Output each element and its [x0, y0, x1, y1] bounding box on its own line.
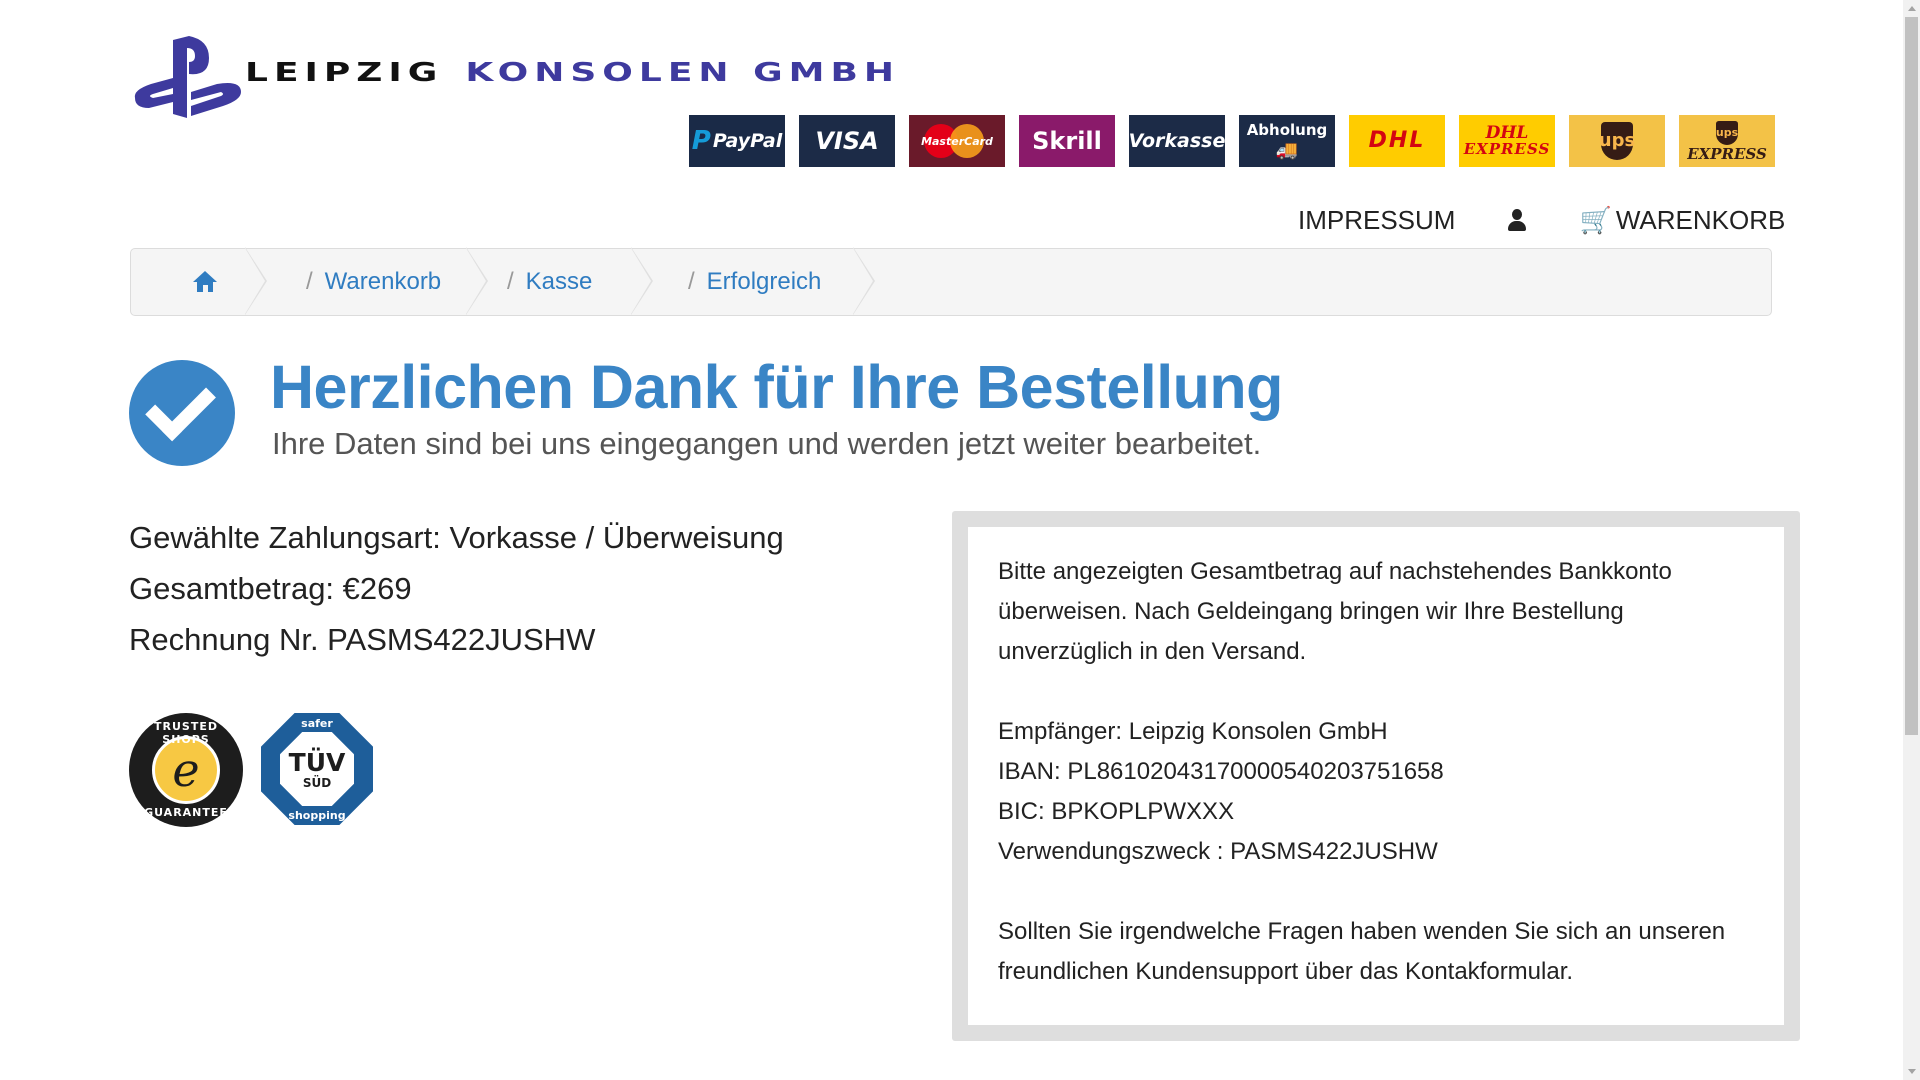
abholung-label: Abholung — [1246, 120, 1328, 139]
site-logo[interactable]: LEIPZIG KONSOLEN GMBH — [133, 34, 894, 124]
dhl-express-sub: EXPRESS — [1463, 140, 1551, 158]
paypal-badge: P PayPal — [689, 115, 785, 167]
dhl-express-badge: DHL EXPRESS — [1459, 115, 1555, 167]
ups-express-sub: EXPRESS — [1687, 144, 1767, 163]
bank-transfer-panel: Bitte angezeigten Gesamtbetrag auf nachs… — [952, 511, 1800, 1041]
mastercard-badge: MasterCard — [909, 115, 1005, 167]
success-check-icon — [129, 360, 235, 466]
bank-intro-line: Bitte angezeigten Gesamtbetrag auf nachs… — [998, 558, 1672, 585]
payment-methods: P PayPal VISA MasterCard Skrill Vorkasse … — [689, 115, 1775, 167]
dhl-label: DHL — [1368, 128, 1426, 153]
tuv-bottom-text: shopping — [288, 809, 346, 822]
ups-express-badge: ups EXPRESS — [1679, 115, 1775, 167]
tuv-main-text: TÜV — [288, 747, 346, 777]
logo-wordmark: LEIPZIG KONSOLEN GMBH — [245, 58, 900, 88]
breadcrumb-separator: / — [306, 268, 313, 295]
visa-label: VISA — [815, 127, 879, 155]
breadcrumb: / Warenkorb / Kasse / Erfolgreich — [130, 247, 1772, 316]
trusted-shops-seal-icon[interactable]: TRUSTED SHOPS e GUARANTEE — [129, 713, 243, 827]
vorkasse-badge: Vorkasse — [1129, 115, 1225, 167]
bank-transfer-content: Bitte angezeigten Gesamtbetrag auf nachs… — [968, 527, 1784, 1025]
breadcrumb-erfolgreich[interactable]: / Erfolgreich — [688, 247, 875, 316]
scroll-down-arrow-icon[interactable] — [1903, 1063, 1920, 1080]
skrill-label: Skrill — [1032, 127, 1102, 155]
ups-shield-icon: ups — [1599, 122, 1635, 160]
tuv-emblem: TÜV SÜD — [280, 732, 354, 806]
nav-cart-label: WARENKORB — [1615, 204, 1786, 235]
user-icon — [1507, 209, 1527, 231]
visa-badge: VISA — [799, 115, 895, 167]
vorkasse-label: Vorkasse — [1128, 129, 1226, 152]
top-navigation: IMPRESSUM 🛒 WARENKORB — [1298, 202, 1785, 238]
order-summary: Gewählte Zahlungsart: Vorkasse / Überwei… — [129, 512, 784, 665]
page-title: Herzlichen Dank für Ihre Bestellung — [270, 353, 1283, 421]
logo-name-part1: LEIPZIG — [245, 58, 444, 88]
breadcrumb-label: Kasse — [525, 268, 593, 295]
trusted-shops-e-icon: e — [152, 736, 220, 804]
order-total-text: Gesamtbetrag: €269 — [129, 571, 412, 606]
support-note-line: Sollten Sie irgendwelche Fragen haben we… — [998, 918, 1726, 945]
scroll-up-arrow-icon[interactable] — [1903, 0, 1920, 17]
breadcrumb-label: Erfolgreich — [706, 268, 822, 295]
payment-method-text: Gewählte Zahlungsart: Vorkasse / Überwei… — [129, 520, 784, 555]
breadcrumb-home[interactable] — [131, 247, 267, 316]
truck-icon: 🚚 — [1275, 139, 1299, 161]
tuv-top-text: safer — [301, 717, 333, 730]
bank-reference: Verwendungszweck : PASMS422JUSHW — [998, 838, 1438, 865]
paypal-icon: P — [691, 126, 711, 156]
invoice-number-text: Rechnung Nr. PASMS422JUSHW — [129, 622, 596, 657]
bank-iban: IBAN: PL86102043170000540203751658 — [998, 758, 1444, 785]
breadcrumb-kasse[interactable]: / Kasse — [507, 247, 653, 316]
abholung-badge: Abholung 🚚 — [1239, 115, 1335, 167]
breadcrumb-label: Warenkorb — [324, 268, 442, 295]
home-icon — [193, 271, 217, 293]
bank-bic: BIC: BPKOPLPWXXX — [998, 798, 1235, 825]
vertical-scrollbar[interactable] — [1903, 0, 1920, 1080]
ups-express-shield-icon: ups — [1716, 120, 1738, 145]
skrill-badge: Skrill — [1019, 115, 1115, 167]
ups-badge: ups — [1569, 115, 1665, 167]
bank-intro-line: überweisen. Nach Geldeingang bringen wir… — [998, 598, 1624, 625]
scrollbar-thumb[interactable] — [1905, 17, 1918, 735]
logo-name-part2: KONSOLEN GMBH — [465, 58, 901, 88]
breadcrumb-separator: / — [507, 268, 514, 295]
breadcrumb-warenkorb[interactable]: / Warenkorb — [306, 247, 488, 316]
mastercard-label: MasterCard — [921, 134, 993, 148]
trusted-shops-top-text: TRUSTED SHOPS — [154, 720, 218, 746]
tuv-safer-shopping-seal-icon[interactable]: safer TÜV SÜD shopping — [261, 713, 373, 825]
account-link[interactable] — [1507, 209, 1527, 231]
paypal-label: PayPal — [712, 129, 783, 152]
playstation-logo-icon — [134, 36, 241, 118]
dhl-badge: DHL — [1349, 115, 1445, 167]
shopping-cart-icon: 🛒 — [1579, 204, 1612, 235]
nav-impressum-link[interactable]: IMPRESSUM — [1298, 205, 1455, 236]
tuv-sub-text: SÜD — [302, 775, 332, 790]
support-note-line: freundlichen Kundensupport über das Kont… — [998, 958, 1574, 985]
nav-cart-link[interactable]: 🛒 WARENKORB — [1579, 205, 1785, 236]
page-subtitle: Ihre Daten sind bei uns eingegangen und … — [272, 426, 1262, 461]
bank-intro-line: unverzüglich in den Versand. — [998, 638, 1307, 665]
breadcrumb-separator: / — [688, 268, 695, 295]
trusted-shops-bottom-text: GUARANTEE — [144, 806, 228, 819]
bank-recipient: Empfänger: Leipzig Konsolen GmbH — [998, 718, 1388, 745]
